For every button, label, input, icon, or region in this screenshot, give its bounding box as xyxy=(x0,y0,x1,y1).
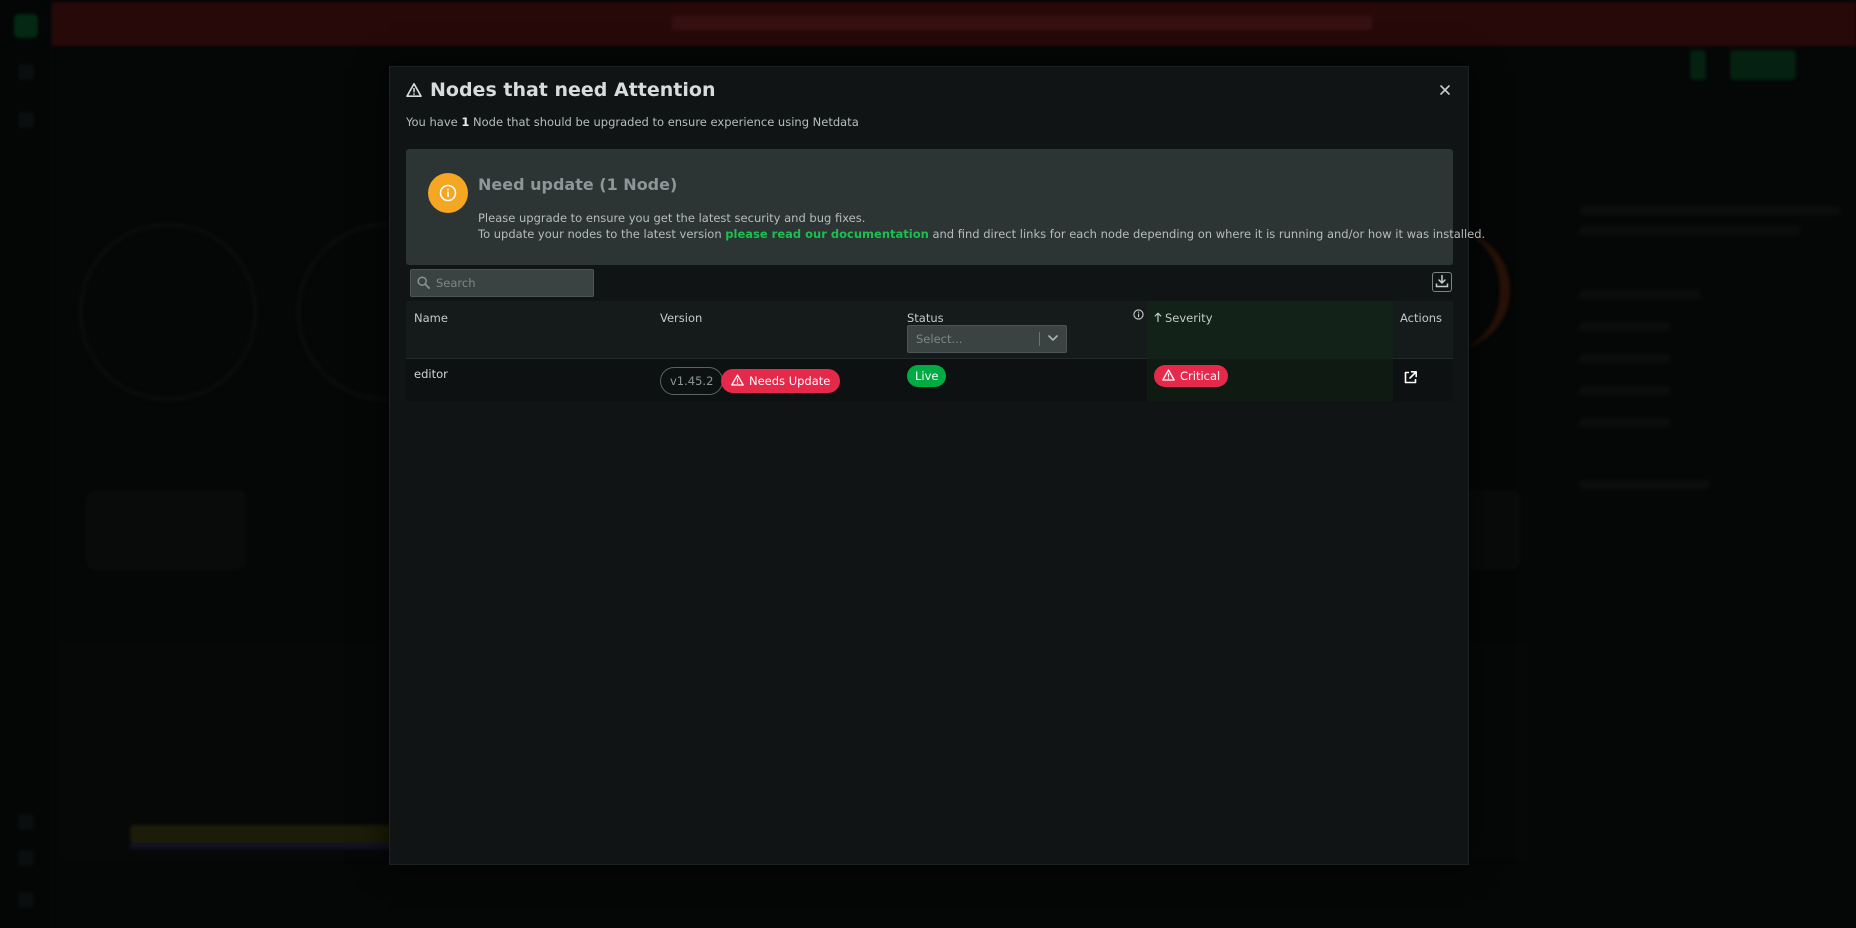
subtitle-prefix: You have xyxy=(406,115,462,129)
subtitle-suffix: Node that should be upgraded to ensure e… xyxy=(469,115,859,129)
column-header-status[interactable]: Status xyxy=(907,311,944,325)
node-name: editor xyxy=(414,367,448,381)
search-icon xyxy=(417,274,430,293)
column-header-name[interactable]: Name xyxy=(414,311,448,325)
chevron-down-icon xyxy=(1046,331,1060,348)
status-filter-placeholder: Select... xyxy=(916,332,963,346)
info-line-1: Please upgrade to ensure you get the lat… xyxy=(478,211,866,225)
warning-icon xyxy=(1162,368,1175,384)
table-header: Name Version Status Severity Actions Sel… xyxy=(406,301,1453,359)
nodes-table: Name Version Status Severity Actions Sel… xyxy=(406,301,1453,401)
version-badge: v1.45.2 xyxy=(660,367,724,395)
warning-icon xyxy=(406,82,422,98)
close-icon xyxy=(1439,81,1451,100)
modal-title: Nodes that need Attention xyxy=(430,79,716,101)
close-button[interactable] xyxy=(1436,81,1454,99)
status-info-icon[interactable] xyxy=(1133,305,1144,324)
severity-column-highlight xyxy=(1147,301,1393,359)
open-external-button[interactable] xyxy=(1400,369,1420,389)
nodes-attention-modal: Nodes that need Attention You have 1 Nod… xyxy=(389,66,1485,865)
column-header-version[interactable]: Version xyxy=(660,311,702,325)
severity-header-label: Severity xyxy=(1165,311,1213,325)
sort-ascending-icon xyxy=(1154,311,1162,325)
needs-update-label: Needs Update xyxy=(749,374,831,388)
modal-header: Nodes that need Attention xyxy=(406,77,715,103)
select-separator xyxy=(1039,332,1040,346)
severity-label: Critical xyxy=(1180,369,1221,383)
documentation-link[interactable]: please read our documentation xyxy=(725,227,929,241)
download-icon xyxy=(1435,273,1449,292)
search-box[interactable] xyxy=(410,269,594,297)
status-badge: Live xyxy=(907,365,947,387)
column-header-actions: Actions xyxy=(1400,311,1443,325)
info-heading: Need update (1 Node) xyxy=(478,175,678,194)
table-row[interactable]: editor v1.45.2 Needs Update Live Critica… xyxy=(406,359,1453,401)
info-icon xyxy=(428,173,468,213)
needs-update-badge[interactable]: Needs Update xyxy=(721,369,841,393)
info-line-2: To update your nodes to the latest versi… xyxy=(478,227,1485,241)
search-input[interactable] xyxy=(436,276,586,290)
severity-badge: Critical xyxy=(1154,365,1229,387)
warning-icon xyxy=(731,373,744,389)
external-link-icon xyxy=(1403,370,1418,389)
need-update-info-box: Need update (1 Node) Please upgrade to e… xyxy=(406,149,1485,265)
modal-subtitle: You have 1 Node that should be upgraded … xyxy=(406,115,859,129)
info-line-2-suffix: and find direct links for each node depe… xyxy=(928,227,1486,241)
column-header-severity[interactable]: Severity xyxy=(1154,311,1213,325)
download-button[interactable] xyxy=(1432,272,1452,292)
status-filter-select[interactable]: Select... xyxy=(907,325,1067,353)
info-line-2-prefix: To update your nodes to the latest versi… xyxy=(478,227,726,241)
